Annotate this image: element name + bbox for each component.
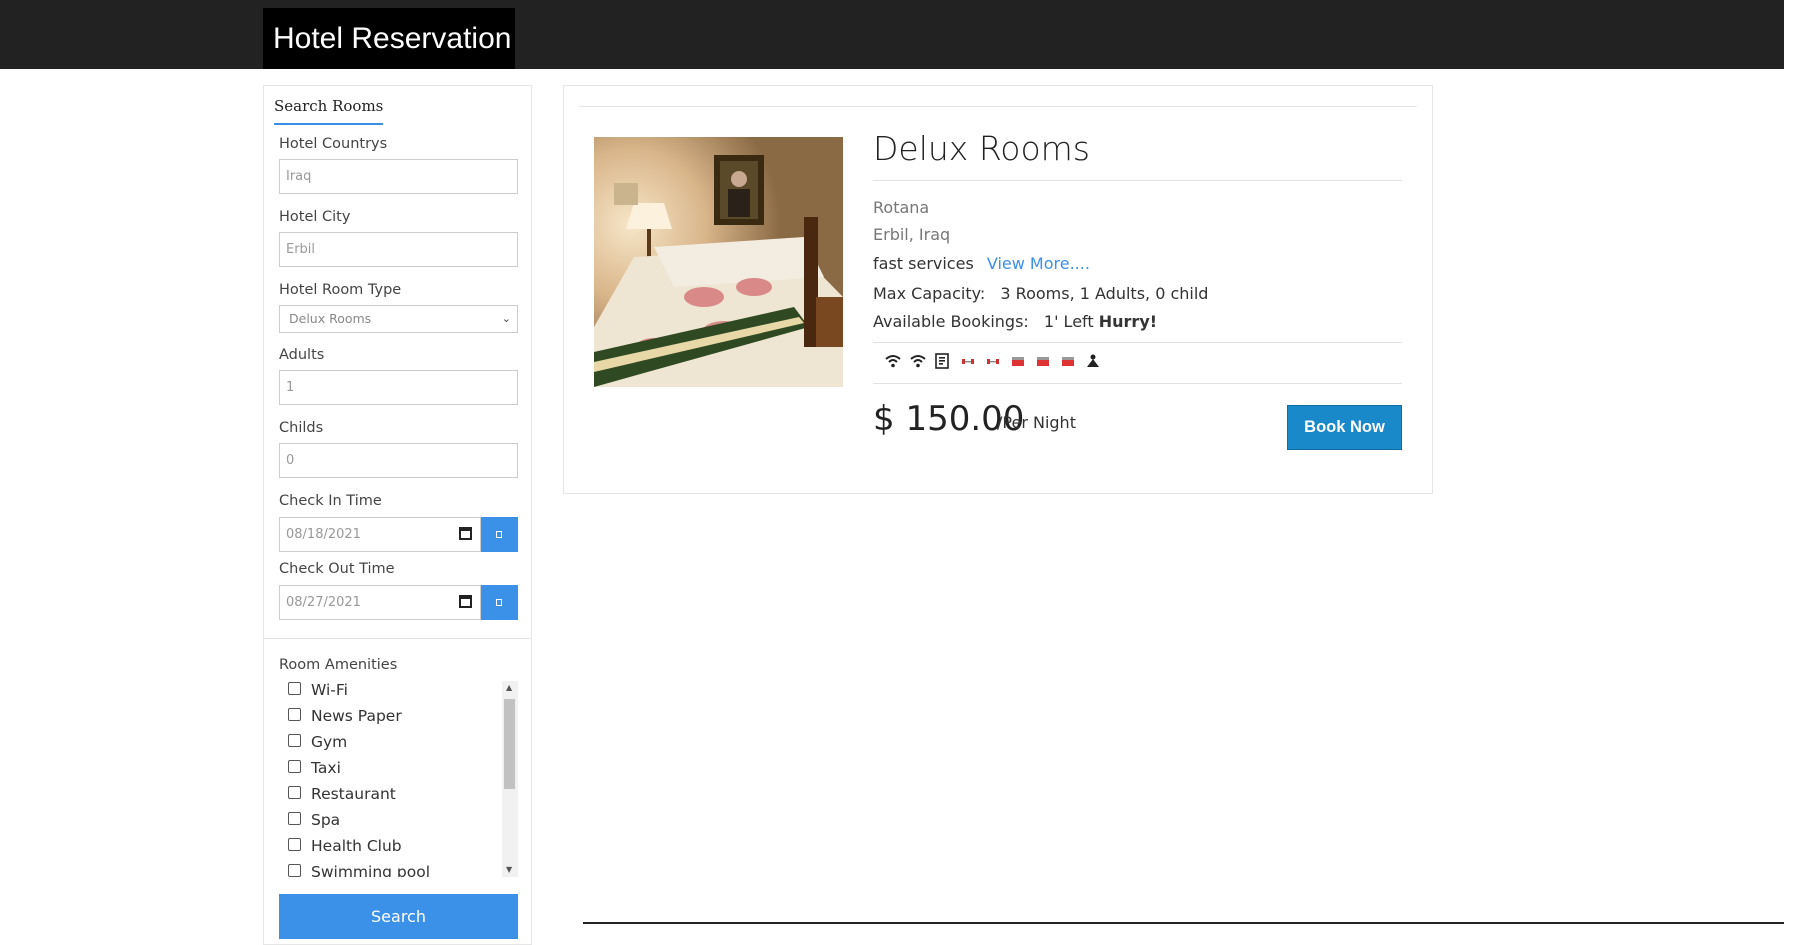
bathtub-icon xyxy=(1037,357,1049,366)
checkbox[interactable] xyxy=(288,838,301,851)
checkbox[interactable] xyxy=(288,708,301,721)
list-item[interactable]: Swimming pool xyxy=(288,863,430,877)
check-out-label: Check Out Time xyxy=(279,561,395,577)
top-navbar: Hotel Reservation xyxy=(0,0,1800,69)
amenities-label: Room Amenities xyxy=(279,657,398,673)
checkbox[interactable] xyxy=(288,812,301,825)
check-in-calendar-button[interactable] xyxy=(481,517,518,552)
calendar-icon[interactable] xyxy=(459,595,472,608)
search-sidebar: Search Rooms Hotel Countrys Iraq Hotel C… xyxy=(263,85,532,945)
bookings-row: Available Bookings: 1' Left Hurry! xyxy=(873,312,1157,331)
room-title: Delux Rooms xyxy=(873,129,1090,168)
brand-logo[interactable]: Hotel Reservation xyxy=(263,8,516,69)
adults-label: Adults xyxy=(279,347,325,363)
country-input[interactable]: Iraq xyxy=(279,159,518,194)
list-item[interactable]: Gym xyxy=(288,733,347,759)
calendar-icon[interactable] xyxy=(459,527,472,540)
list-item[interactable]: News Paper xyxy=(288,707,402,733)
amenities-bottom-divider xyxy=(873,383,1402,384)
check-in-value: 08/18/2021 xyxy=(286,527,361,542)
list-item[interactable]: Wi-Fi xyxy=(288,681,348,707)
checkbox[interactable] xyxy=(288,682,301,695)
list-item[interactable]: Restaurant xyxy=(288,785,396,811)
bookings-value: 1' Left xyxy=(1043,312,1094,331)
amenities-top-divider xyxy=(873,342,1402,343)
description-text: fast services xyxy=(873,254,974,273)
list-item[interactable]: Taxi xyxy=(288,759,341,785)
check-out-value: 08/27/2021 xyxy=(286,595,361,610)
amenity-label: Spa xyxy=(311,811,341,829)
country-label: Hotel Countrys xyxy=(279,136,388,152)
gym-icon xyxy=(987,359,999,364)
room-type-label: Hotel Room Type xyxy=(279,282,402,298)
check-in-label: Check In Time xyxy=(279,493,382,509)
amenity-label: News Paper xyxy=(311,707,402,725)
sidebar-divider xyxy=(264,638,531,639)
amenity-label: Health Club xyxy=(311,837,402,855)
search-button[interactable]: Search xyxy=(279,894,518,939)
room-type-select[interactable]: Delux Rooms ⌄ xyxy=(279,305,518,333)
list-item[interactable]: Spa xyxy=(288,811,340,837)
scroll-down-icon[interactable]: ▼ xyxy=(506,865,512,874)
amenity-label: Swimming pool xyxy=(311,863,431,877)
checkbox[interactable] xyxy=(288,760,301,773)
adults-input[interactable]: 1 xyxy=(279,370,518,405)
room-photo xyxy=(594,137,843,387)
title-divider xyxy=(873,180,1402,181)
amenity-label: Gym xyxy=(311,733,348,751)
amenities-list[interactable]: Wi-Fi News Paper Gym Taxi Restaurant Spa… xyxy=(279,681,518,877)
city-label: Hotel City xyxy=(279,209,351,225)
wifi-icon xyxy=(910,355,926,368)
childs-input[interactable]: 0 xyxy=(279,443,518,478)
gym-icon xyxy=(962,359,974,364)
checkbox[interactable] xyxy=(288,786,301,799)
capacity-label: Max Capacity: xyxy=(873,284,986,303)
page-scrollbar[interactable] xyxy=(1784,0,1800,927)
bathtub-icon xyxy=(1012,357,1024,366)
sidebar-title: Search Rooms xyxy=(274,97,384,125)
room-type-value: Delux Rooms xyxy=(289,311,372,326)
check-out-calendar-button[interactable] xyxy=(481,585,518,620)
checkbox[interactable] xyxy=(288,864,301,877)
spa-icon xyxy=(1087,354,1099,367)
bathtub-icon xyxy=(1062,357,1074,366)
amenity-label: Restaurant xyxy=(311,785,396,803)
card-divider xyxy=(579,106,1417,107)
room-card: Delux Rooms Rotana Erbil, Iraq fast serv… xyxy=(563,85,1433,494)
room-description: fast services View More.... xyxy=(873,254,1090,273)
check-out-input[interactable]: 08/27/2021 xyxy=(279,585,481,620)
checkbox[interactable] xyxy=(288,734,301,747)
calendar-icon xyxy=(496,599,502,606)
view-more-link[interactable]: View More.... xyxy=(987,254,1090,273)
list-item[interactable]: Health Club xyxy=(288,837,402,863)
check-in-input[interactable]: 08/18/2021 xyxy=(279,517,481,552)
newspaper-icon xyxy=(935,353,949,369)
amenity-label: Wi-Fi xyxy=(311,681,348,699)
hotel-name: Rotana xyxy=(873,198,930,217)
scroll-up-icon[interactable]: ▲ xyxy=(506,683,512,692)
wifi-icon xyxy=(885,355,901,368)
hotel-location: Erbil, Iraq xyxy=(873,225,951,244)
bookings-label: Available Bookings: xyxy=(873,312,1029,331)
scrollbar-thumb[interactable] xyxy=(504,699,515,789)
book-now-button[interactable]: Book Now xyxy=(1287,405,1402,450)
calendar-icon xyxy=(496,531,502,538)
capacity-row: Max Capacity: 3 Rooms, 1 Adults, 0 child xyxy=(873,284,1208,303)
city-input[interactable]: Erbil xyxy=(279,232,518,267)
amenity-label: Taxi xyxy=(311,759,341,777)
per-night-label: /Per Night xyxy=(997,413,1076,432)
chevron-down-icon: ⌄ xyxy=(501,312,511,325)
childs-label: Childs xyxy=(279,420,324,436)
capacity-value: 3 Rooms, 1 Adults, 0 child xyxy=(1000,284,1209,303)
hurry-text: Hurry! xyxy=(1098,312,1158,331)
page-bottom-border xyxy=(583,922,1800,924)
